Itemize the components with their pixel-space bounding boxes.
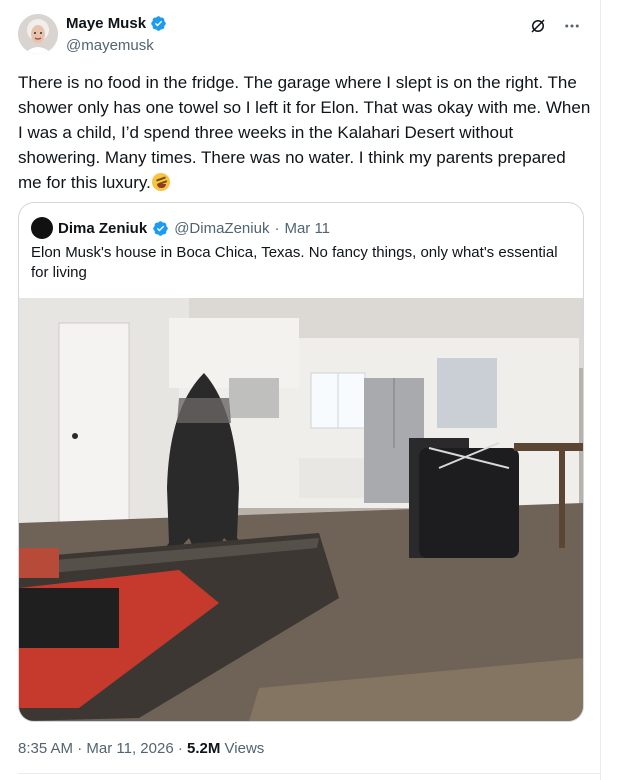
author-name[interactable]: Maye Musk	[66, 15, 146, 32]
tweet-text-content: There is no food in the fridge. The gara…	[18, 73, 591, 192]
quoted-date: Mar 11	[284, 219, 331, 237]
top-actions	[528, 16, 582, 36]
verified-badge-icon	[150, 15, 167, 32]
quoted-separator: ·	[274, 219, 280, 237]
more-icon[interactable]	[562, 16, 582, 36]
quoted-header: Dima Zeniuk @DimaZeniuk · Mar 11	[31, 217, 330, 239]
house-interior-photo	[19, 298, 583, 721]
quoted-text: Elon Musk's house in Boca Chica, Texas. …	[31, 244, 558, 281]
author-name-row: Maye Musk	[66, 15, 167, 32]
tweet-time[interactable]: 8:35 AM	[18, 740, 73, 757]
quoted-author-handle: @DimaZeniuk	[174, 219, 270, 237]
quoted-photo[interactable]	[19, 298, 583, 721]
tweet-meta: 8:35 AM · Mar 11, 2026 · 5.2M Views	[18, 740, 264, 757]
tweet: Maye Musk @mayemusk There is no food in …	[0, 0, 622, 780]
views-label: Views	[224, 740, 265, 757]
avatar[interactable]	[18, 14, 58, 54]
quoted-tweet[interactable]: Dima Zeniuk @DimaZeniuk · Mar 11 Elon Mu…	[18, 202, 584, 722]
tweet-date[interactable]: Mar 11, 2026	[86, 740, 173, 757]
column-divider	[600, 0, 601, 780]
meta-separator: ·	[77, 740, 83, 757]
verified-badge-icon	[152, 220, 169, 237]
rolling-on-floor-laughing-icon	[151, 173, 170, 191]
tweet-text: There is no food in the fridge. The gara…	[18, 70, 593, 195]
meta-separator: ·	[177, 740, 183, 757]
author-handle[interactable]: @mayemusk	[66, 37, 154, 54]
views-count: 5.2M	[187, 740, 221, 757]
quoted-author-name: Dima Zeniuk	[58, 219, 148, 237]
divider	[18, 773, 600, 774]
grok-icon[interactable]	[528, 16, 548, 36]
quoted-avatar	[31, 217, 53, 239]
